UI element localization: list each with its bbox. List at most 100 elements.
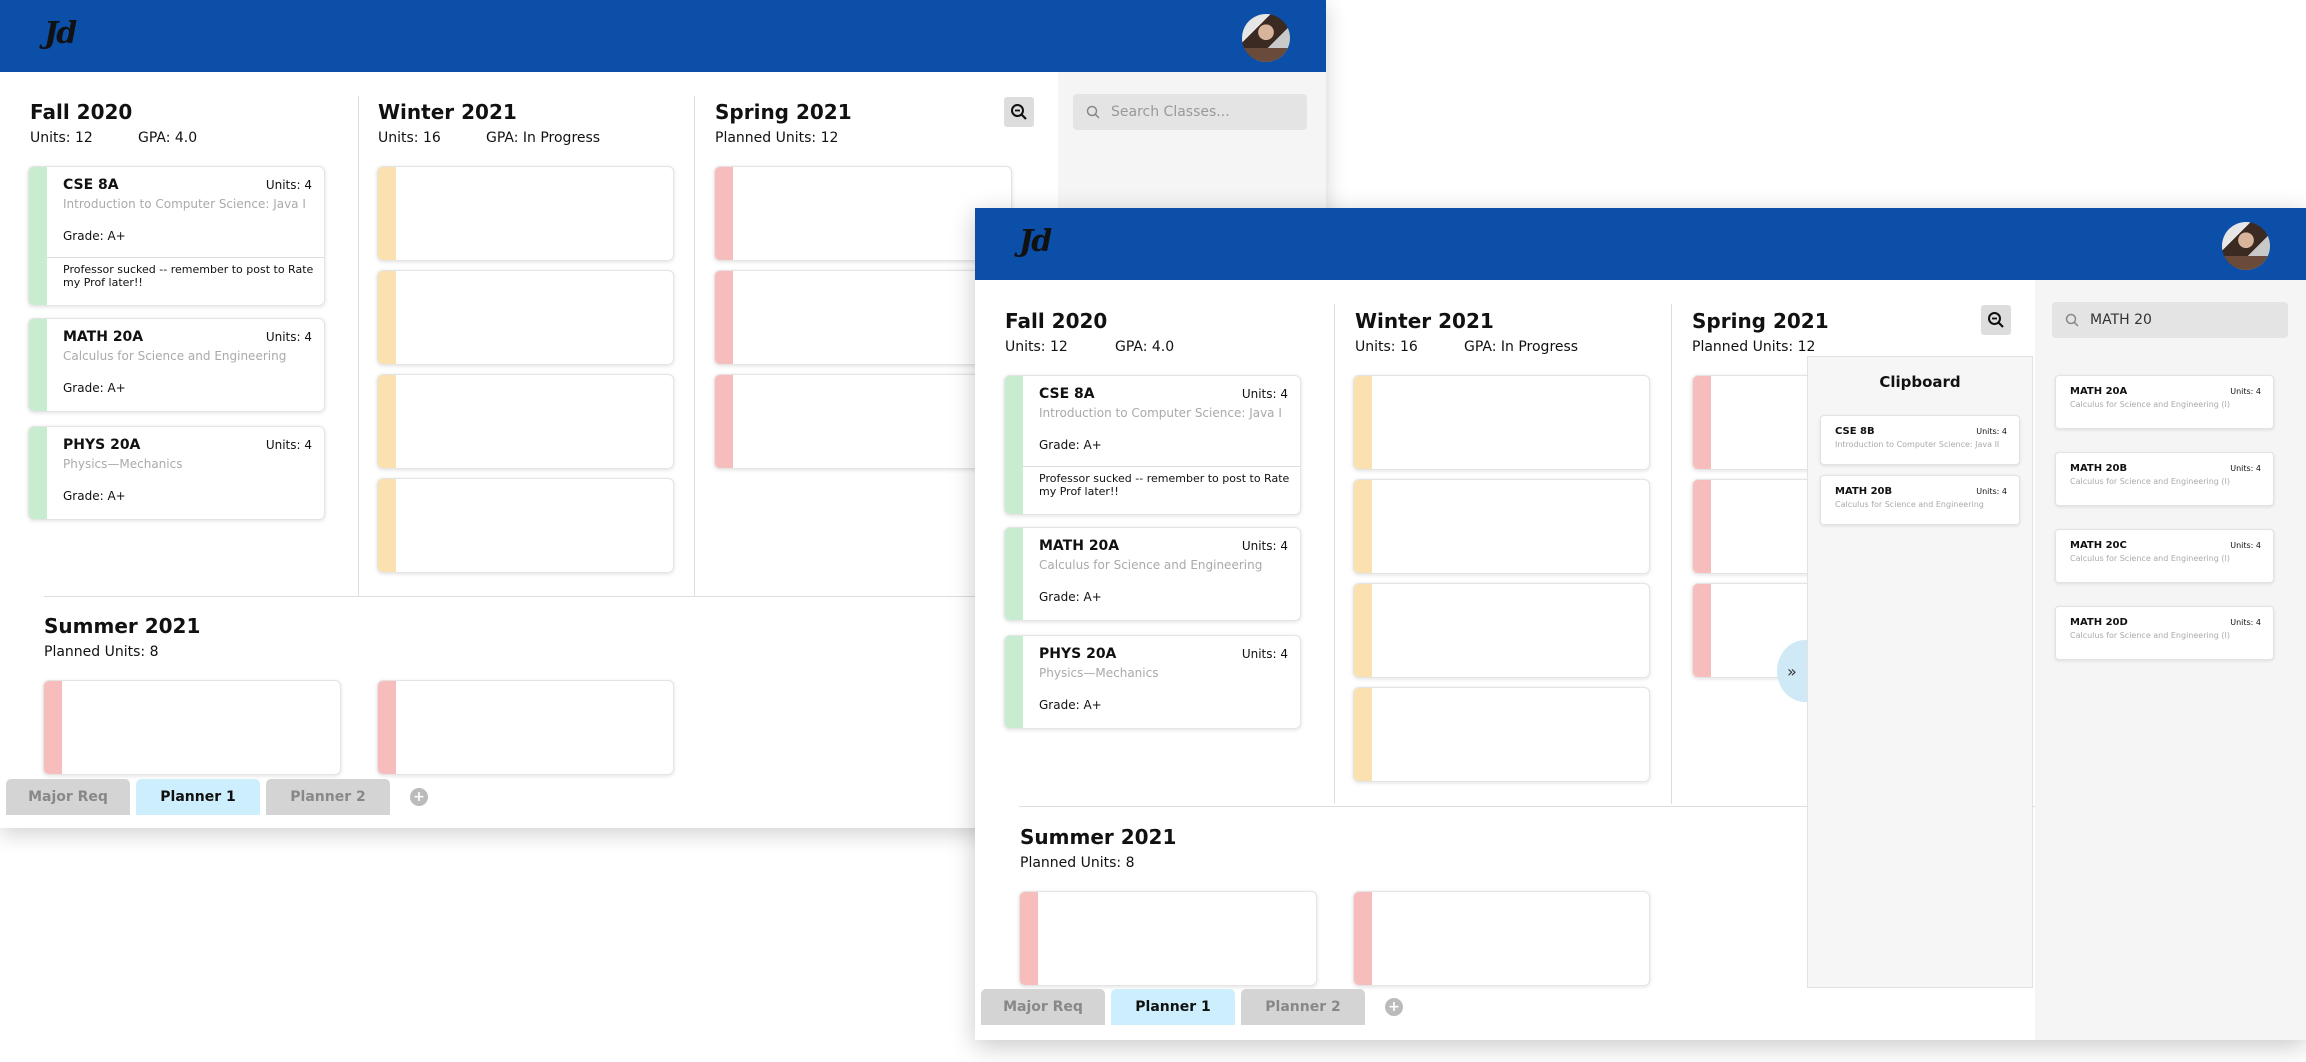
semester-title-winter: Winter 2021 — [1355, 309, 1494, 333]
course-card-phys20a[interactable]: PHYS 20A Units: 4 Physics—Mechanics Grad… — [28, 426, 325, 520]
empty-course-slot[interactable] — [43, 680, 341, 775]
zoom-out-button[interactable] — [1004, 97, 1034, 127]
semester-units-fall: Units: 12 — [1005, 339, 1068, 355]
empty-course-slot[interactable] — [714, 166, 1012, 261]
course-name: Introduction to Computer Science: Java I… — [1835, 440, 2000, 449]
course-units: Units: 4 — [265, 178, 312, 192]
planner-tabs: Major Req Planner 1 Planner 2 + — [981, 988, 1403, 1026]
course-name: Calculus for Science and Engineering (I) — [2070, 400, 2231, 409]
empty-course-slot[interactable] — [1353, 687, 1650, 782]
course-card-math20a[interactable]: MATH 20A Units: 4 Calculus for Science a… — [28, 318, 325, 412]
empty-course-slot[interactable] — [377, 166, 674, 261]
status-stripe — [378, 167, 396, 260]
search-box[interactable] — [2052, 302, 2290, 338]
search-result-math20c[interactable]: MATH 20C Units: 4 Calculus for Science a… — [2055, 529, 2274, 583]
search-result-math20b[interactable]: MATH 20B Units: 4 Calculus for Science a… — [2055, 452, 2274, 506]
status-stripe — [1693, 480, 1711, 573]
course-code: PHYS 20A — [63, 437, 141, 453]
semester-units-winter: Units: 16 — [378, 130, 441, 146]
status-stripe — [378, 479, 396, 572]
course-name: Calculus for Science and Engineering — [1039, 558, 1263, 572]
course-code: PHYS 20A — [1039, 646, 1117, 662]
tab-planner-2[interactable]: Planner 2 — [266, 779, 390, 815]
course-name: Calculus for Science and Engineering — [63, 349, 287, 363]
course-grade: Grade: A+ — [1039, 590, 1102, 604]
empty-course-slot[interactable] — [1353, 375, 1650, 470]
search-result-math20a[interactable]: MATH 20A Units: 4 Calculus for Science a… — [2055, 375, 2274, 429]
semester-units-fall: Units: 12 — [30, 130, 93, 146]
status-stripe — [29, 319, 47, 411]
course-name: Introduction to Computer Science: Java I — [1039, 406, 1282, 420]
semester-units-summer: Planned Units: 8 — [1020, 855, 1135, 871]
course-name: Physics—Mechanics — [63, 457, 183, 471]
empty-course-slot[interactable] — [377, 680, 674, 775]
semester-title-fall: Fall 2020 — [30, 100, 133, 124]
status-stripe — [1354, 480, 1372, 573]
avatar[interactable] — [2222, 222, 2270, 270]
empty-course-slot[interactable] — [377, 270, 674, 365]
search-result-math20d[interactable]: MATH 20D Units: 4 Calculus for Science a… — [2055, 606, 2274, 660]
course-card-phys20a[interactable]: PHYS 20A Units: 4 Physics—Mechanics Grad… — [1004, 635, 1301, 729]
empty-course-slot[interactable] — [1353, 891, 1650, 986]
clipboard-panel: Clipboard CSE 8B Units: 4 Introduction t… — [1807, 356, 2033, 988]
status-stripe — [1005, 636, 1023, 728]
course-note[interactable]: Professor sucked -- remember to post to … — [1023, 466, 1300, 514]
semester-title-summer: Summer 2021 — [1020, 825, 1177, 849]
row-divider — [44, 596, 1058, 597]
search-input[interactable] — [2090, 302, 2290, 338]
app-logo[interactable]: Jd — [44, 16, 77, 51]
clipboard-item-math20b[interactable]: MATH 20B Units: 4 Calculus for Science a… — [1820, 475, 2020, 525]
status-stripe — [378, 271, 396, 364]
tab-planner-2[interactable]: Planner 2 — [1241, 989, 1365, 1025]
status-stripe — [715, 375, 733, 468]
add-tab-button[interactable]: + — [1385, 998, 1403, 1016]
empty-course-slot[interactable] — [714, 374, 1012, 469]
semester-units-spring: Planned Units: 12 — [715, 130, 839, 146]
add-tab-button[interactable]: + — [410, 788, 428, 806]
app-logo[interactable]: Jd — [1019, 224, 1052, 259]
course-note[interactable]: Professor sucked -- remember to post to … — [47, 257, 324, 305]
course-card-cse8a[interactable]: CSE 8A Units: 4 Introduction to Computer… — [1004, 375, 1301, 515]
status-stripe — [715, 271, 733, 364]
tab-planner-1[interactable]: Planner 1 — [136, 779, 260, 815]
search-box[interactable] — [1073, 94, 1311, 130]
course-code: MATH 20B — [1835, 486, 1893, 497]
empty-course-slot[interactable] — [1353, 583, 1650, 678]
search-input[interactable] — [1111, 94, 1311, 130]
tab-planner-1[interactable]: Planner 1 — [1111, 989, 1235, 1025]
course-code: MATH 20D — [2070, 617, 2128, 628]
course-code: MATH 20A — [1039, 538, 1120, 554]
column-divider — [358, 96, 359, 596]
course-card-math20a[interactable]: MATH 20A Units: 4 Calculus for Science a… — [1004, 527, 1301, 621]
course-name: Physics—Mechanics — [1039, 666, 1159, 680]
course-units: Units: 4 — [1976, 427, 2007, 436]
empty-course-slot[interactable] — [377, 374, 674, 469]
empty-course-slot[interactable] — [1353, 479, 1650, 574]
tab-major-req[interactable]: Major Req — [981, 989, 1105, 1025]
tab-major-req[interactable]: Major Req — [6, 779, 130, 815]
semester-gpa-winter: GPA: In Progress — [1464, 339, 1579, 355]
zoom-out-button[interactable] — [1981, 305, 2011, 335]
status-stripe — [1693, 584, 1711, 677]
status-stripe — [1354, 892, 1372, 985]
planner-window-clipboard: Jd Fall 2020 Units: 12 GPA: 4.0 CSE 8A U… — [975, 208, 2306, 1040]
course-code: CSE 8B — [1835, 426, 1875, 437]
status-stripe — [1020, 892, 1038, 985]
avatar[interactable] — [1242, 14, 1290, 62]
header-bar: Jd — [975, 208, 2306, 280]
zoom-out-icon — [1011, 104, 1027, 120]
empty-course-slot[interactable] — [714, 270, 1012, 365]
clipboard-title: Clipboard — [1879, 373, 1961, 391]
course-code: MATH 20A — [2070, 386, 2128, 397]
empty-course-slot[interactable] — [377, 478, 674, 573]
clipboard-item-cse8b[interactable]: CSE 8B Units: 4 Introduction to Computer… — [1820, 415, 2020, 465]
semester-title-spring: Spring 2021 — [715, 100, 852, 124]
status-stripe — [44, 681, 62, 774]
course-card-cse8a[interactable]: CSE 8A Units: 4 Introduction to Computer… — [28, 166, 325, 306]
course-grade: Grade: A+ — [63, 489, 126, 503]
empty-course-slot[interactable] — [1019, 891, 1317, 986]
course-name: Calculus for Science and Engineering (I) — [2070, 477, 2231, 486]
course-code: MATH 20B — [2070, 463, 2128, 474]
status-stripe — [1005, 528, 1023, 620]
status-stripe — [378, 375, 396, 468]
